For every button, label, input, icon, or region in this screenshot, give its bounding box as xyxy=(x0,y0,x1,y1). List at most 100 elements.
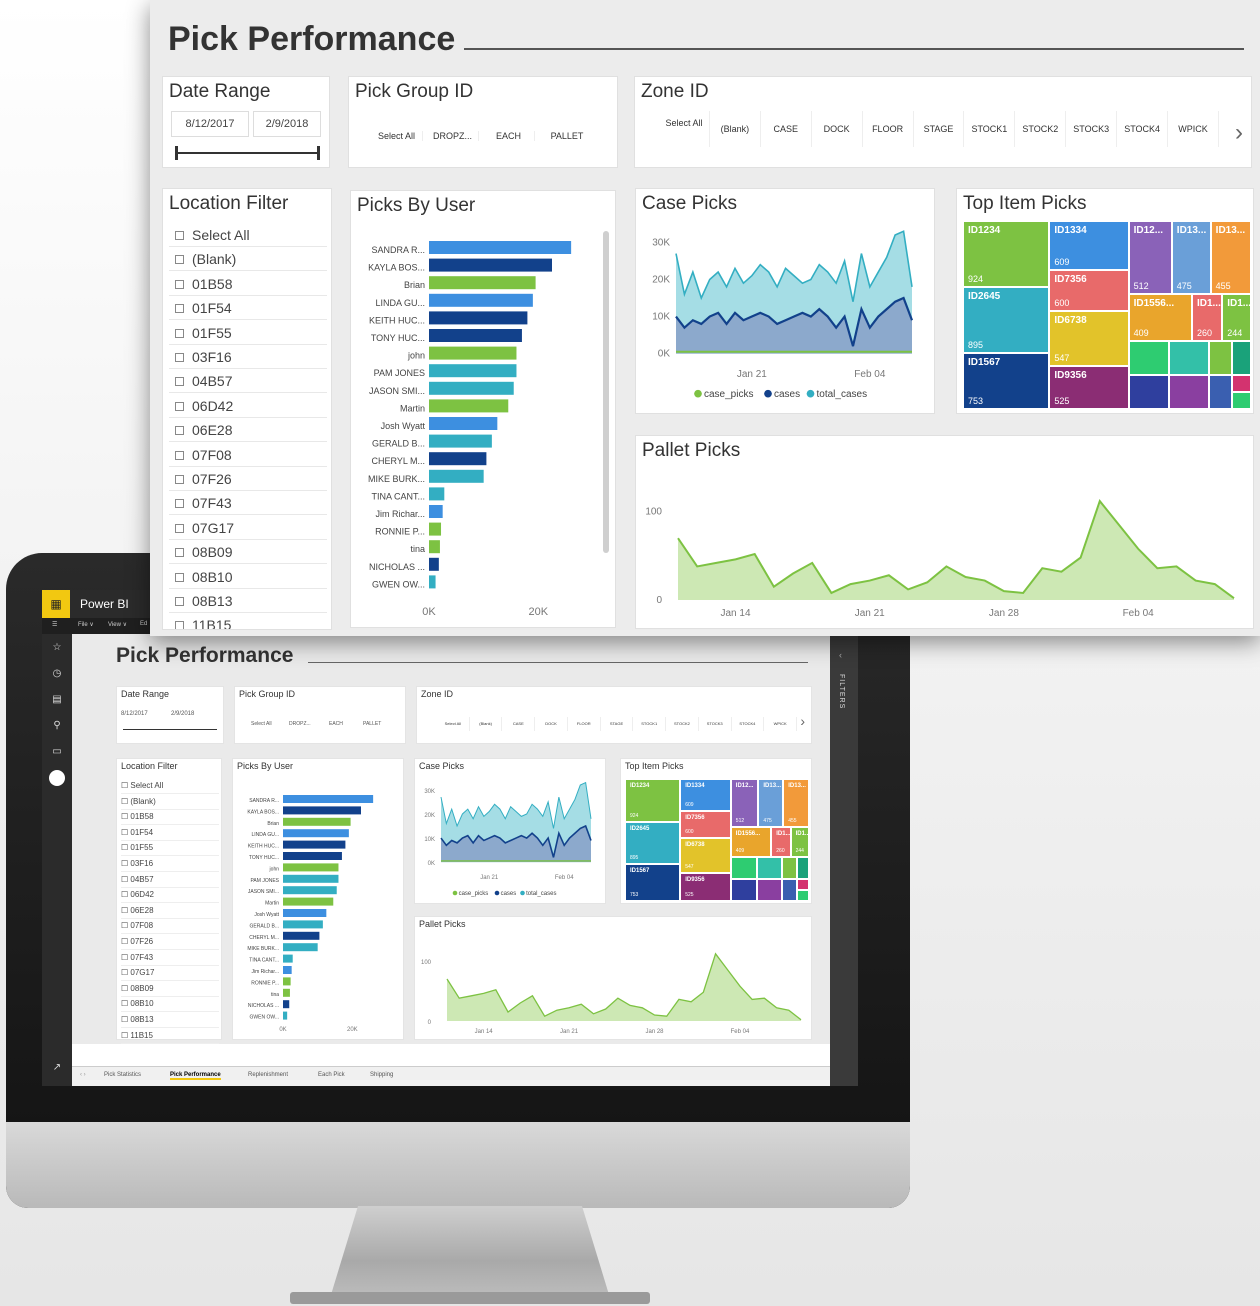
checkbox[interactable] xyxy=(175,401,184,411)
treemap-cell[interactable]: ID2645 895 xyxy=(625,821,681,865)
treemap-cell[interactable]: ID9356 525 xyxy=(1049,365,1129,409)
treemap-cell[interactable]: ID1334 609 xyxy=(1049,221,1129,270)
menu-view[interactable]: View ∨ xyxy=(108,621,127,628)
zone-option[interactable]: FLOOR xyxy=(863,111,914,147)
menu-file[interactable]: File ∨ xyxy=(78,621,94,628)
zone-option[interactable]: Select All xyxy=(659,111,710,147)
mini-location-item[interactable]: ☐ 01B58 xyxy=(121,810,219,826)
hamburger-icon[interactable]: ☰ xyxy=(52,621,57,628)
location-item[interactable]: 11B15 xyxy=(169,613,327,629)
zone-option[interactable]: DOCK xyxy=(812,111,863,147)
treemap-cell[interactable]: ID6738 547 xyxy=(680,837,731,873)
mini-zone-option[interactable]: CASE xyxy=(502,717,536,731)
checkbox[interactable] xyxy=(175,548,184,558)
mini-zone-option[interactable]: DOCK xyxy=(535,717,568,731)
pick-group-option-each[interactable]: EACH xyxy=(483,131,535,141)
location-item[interactable]: 01F55 xyxy=(169,321,327,345)
tab-replenishment[interactable]: Replenishment xyxy=(248,1072,288,1078)
mini-zone-option[interactable]: STOCK2 xyxy=(666,717,699,731)
mini-location-item[interactable]: ☐ 01F55 xyxy=(121,841,219,857)
treemap-cell[interactable]: ID13... 455 xyxy=(1210,221,1251,295)
treemap-cell[interactable]: ID1234 924 xyxy=(963,221,1050,287)
pick-group-option-dropz[interactable]: DROPZ... xyxy=(427,131,479,141)
mini-zone-option[interactable]: STOCK4 xyxy=(732,717,765,731)
treemap-cell[interactable] xyxy=(797,879,809,890)
location-item[interactable]: 08B13 xyxy=(169,589,327,613)
mini-location-item[interactable]: ☐ Select All xyxy=(121,779,219,794)
tab-shipping[interactable]: Shipping xyxy=(370,1072,393,1078)
checkbox[interactable] xyxy=(175,231,184,240)
checkbox[interactable] xyxy=(175,475,184,484)
scrollbar[interactable] xyxy=(603,231,609,553)
mini-zone-option[interactable]: STAGE xyxy=(601,717,634,731)
checkbox[interactable] xyxy=(175,304,184,314)
mini-location-item[interactable]: ☐ 11B15 xyxy=(121,1029,219,1044)
treemap-cell[interactable]: ID12... 512 xyxy=(1128,221,1172,295)
checkbox[interactable] xyxy=(175,621,184,629)
shared-icon[interactable]: ⚲ xyxy=(51,720,63,732)
location-item[interactable]: 08B09 xyxy=(169,540,327,565)
mini-location-item[interactable]: ☐ 08B13 xyxy=(121,1013,219,1028)
date-slider-start-handle[interactable] xyxy=(175,146,178,160)
checkbox[interactable] xyxy=(175,450,184,460)
location-item[interactable]: 03F16 xyxy=(169,345,327,369)
treemap-cell[interactable] xyxy=(1128,341,1169,376)
location-item[interactable]: 04B57 xyxy=(169,369,327,394)
date-slider-track[interactable] xyxy=(175,152,319,154)
zone-option[interactable]: (Blank) xyxy=(710,111,761,147)
mini-date-slider[interactable] xyxy=(123,729,217,730)
zone-option[interactable]: WPICK xyxy=(1168,111,1219,147)
mini-zone-option[interactable]: (Blank) xyxy=(470,717,503,731)
checkbox[interactable] xyxy=(175,523,184,533)
chevron-right-icon[interactable]: › xyxy=(800,713,805,729)
menu-edit[interactable]: Ed xyxy=(140,621,147,627)
checkbox[interactable] xyxy=(175,279,184,289)
location-item[interactable]: 01F54 xyxy=(169,296,327,321)
mini-zone-option[interactable]: WPICK xyxy=(764,717,797,731)
apps-icon[interactable]: ▤ xyxy=(51,694,63,706)
treemap-cell[interactable]: ID1556... 409 xyxy=(730,826,772,858)
date-start-input[interactable]: 8/12/2017 xyxy=(171,111,249,137)
treemap-cell[interactable] xyxy=(730,879,757,901)
mini-pick-group-option[interactable]: DROPZ... xyxy=(289,721,311,727)
treemap-cell[interactable] xyxy=(1168,375,1210,409)
treemap-cell[interactable]: ID6738 547 xyxy=(1049,311,1129,366)
treemap-cell[interactable] xyxy=(1209,341,1233,376)
mini-location-item[interactable]: ☐ 04B57 xyxy=(121,873,219,888)
mini-zone-option[interactable]: STOCK3 xyxy=(699,717,732,731)
mini-zone-option[interactable]: Select All xyxy=(437,717,470,731)
treemap-cell[interactable] xyxy=(782,857,798,880)
checkbox[interactable] xyxy=(175,499,184,509)
treemap-cell[interactable]: ID7356 600 xyxy=(680,810,731,838)
checkbox[interactable] xyxy=(175,328,184,338)
app-grid-icon[interactable]: ▦ xyxy=(42,590,70,618)
treemap-cell[interactable]: ID13... 455 xyxy=(783,779,809,827)
mini-pick-group[interactable]: Pick Group ID Select All DROPZ... EACH P… xyxy=(234,686,406,744)
zone-option[interactable]: STOCK3 xyxy=(1066,111,1118,147)
checkbox[interactable] xyxy=(175,426,184,436)
mini-location-item[interactable]: ☐ 08B10 xyxy=(121,997,219,1013)
location-item[interactable]: Select All xyxy=(169,223,327,247)
mini-date-start[interactable]: 8/12/2017 xyxy=(121,711,148,717)
treemap-cell[interactable] xyxy=(1232,375,1251,393)
treemap-cell[interactable] xyxy=(730,857,757,880)
mini-location-item[interactable]: ☐ 07G17 xyxy=(121,966,219,982)
treemap-cell[interactable] xyxy=(1128,375,1169,409)
location-item[interactable]: 07F08 xyxy=(169,443,327,467)
mini-location-item[interactable]: ☐ 07F26 xyxy=(121,935,219,950)
checkbox[interactable] xyxy=(175,597,184,606)
treemap-cell[interactable]: ID1334 609 xyxy=(680,779,731,811)
pick-group-option-select-all[interactable]: Select All xyxy=(371,131,423,141)
avatar[interactable] xyxy=(49,770,65,786)
mini-location-item[interactable]: ☐ 07F08 xyxy=(121,919,219,935)
checkbox[interactable] xyxy=(175,353,184,362)
location-item[interactable]: 07G17 xyxy=(169,516,327,540)
zone-option[interactable]: STOCK4 xyxy=(1117,111,1169,147)
treemap-cell[interactable] xyxy=(782,879,798,901)
treemap-cell[interactable]: ID7356 600 xyxy=(1049,269,1129,312)
treemap-cell[interactable]: ID1... 244 xyxy=(1222,294,1251,342)
treemap-cell[interactable] xyxy=(1232,392,1251,409)
treemap-cell[interactable]: ID1... 260 xyxy=(771,826,791,858)
mini-location-item[interactable]: ☐ 06D42 xyxy=(121,888,219,904)
treemap-cell[interactable]: ID2645 895 xyxy=(963,286,1050,353)
